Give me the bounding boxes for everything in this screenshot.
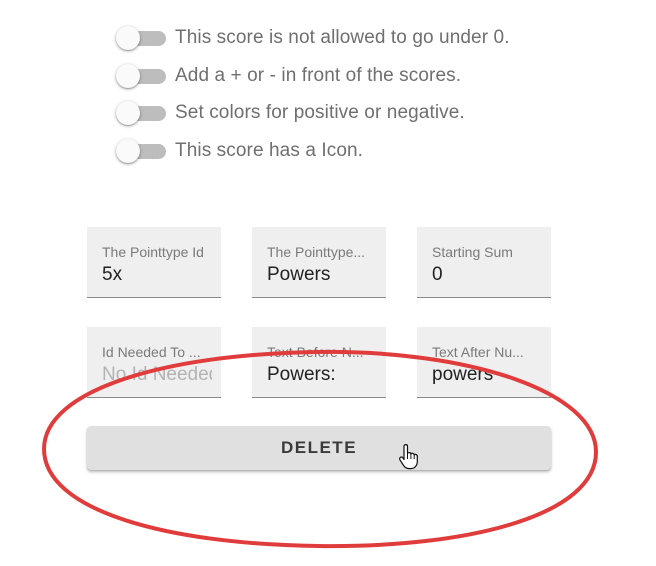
toggle-row-plus-minus: Add a + or - in front of the scores.: [114, 63, 461, 89]
starting-sum-field[interactable]: Starting Sum: [417, 227, 551, 298]
pointtype-id-field[interactable]: The Pointtype Id: [87, 227, 221, 298]
id-needed-field[interactable]: Id Needed To ...: [87, 327, 221, 398]
pointtype-name-input[interactable]: [267, 263, 377, 287]
pointtype-name-label: The Pointtype...: [267, 244, 366, 260]
delete-button[interactable]: DELETE: [87, 426, 551, 470]
pointtype-id-label: The Pointtype Id: [102, 244, 204, 260]
text-after-field[interactable]: Text After Nu...: [417, 327, 551, 398]
toggle-has-icon[interactable]: [114, 138, 166, 164]
text-before-label: Text Before N...: [267, 344, 364, 360]
text-after-input[interactable]: [432, 363, 542, 387]
text-before-field[interactable]: Text Before N...: [252, 327, 386, 398]
toggle-label-not-under-zero: This score is not allowed to go under 0.: [175, 27, 510, 48]
toggle-label-has-icon: This score has a Icon.: [175, 140, 364, 161]
toggle-row-icon: This score has a Icon.: [114, 138, 363, 164]
toggle-label-plus-minus: Add a + or - in front of the scores.: [175, 65, 462, 86]
text-after-label: Text After Nu...: [432, 344, 524, 360]
id-needed-label: Id Needed To ...: [102, 344, 201, 360]
starting-sum-label: Starting Sum: [432, 244, 513, 260]
toggle-row-colors: Set colors for positive or negative.: [114, 100, 465, 126]
toggle-plus-minus[interactable]: [114, 63, 166, 89]
pointtype-id-input[interactable]: [102, 263, 212, 287]
text-before-input[interactable]: [267, 363, 377, 387]
toggle-thumb: [116, 101, 140, 125]
toggle-row-not-under-zero: This score is not allowed to go under 0.: [114, 25, 510, 51]
toggle-label-colors: Set colors for positive or negative.: [175, 102, 465, 123]
toggle-thumb: [116, 26, 140, 50]
starting-sum-input[interactable]: [432, 263, 542, 287]
id-needed-input[interactable]: [102, 363, 212, 387]
toggle-thumb: [116, 139, 140, 163]
toggle-colors[interactable]: [114, 100, 166, 126]
toggle-not-under-zero[interactable]: [114, 25, 166, 51]
pointtype-name-field[interactable]: The Pointtype...: [252, 227, 386, 298]
toggle-thumb: [116, 64, 140, 88]
